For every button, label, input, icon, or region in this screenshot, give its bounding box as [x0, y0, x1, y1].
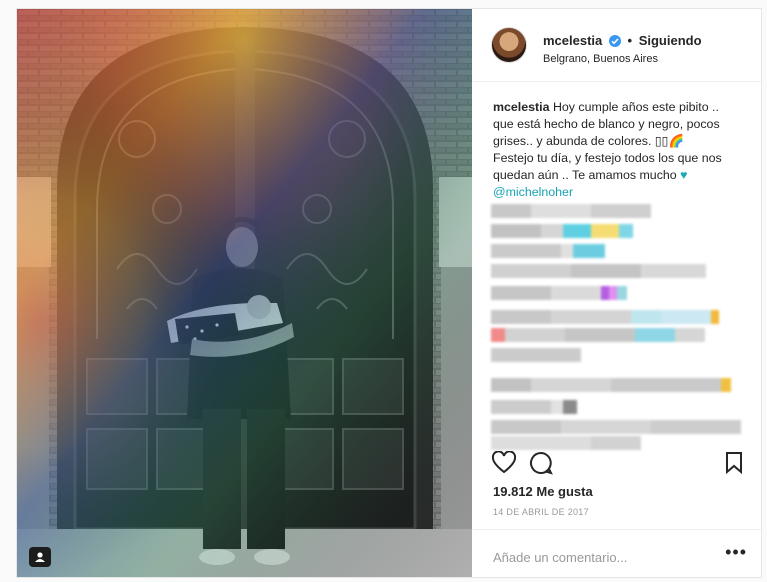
blurred-comment	[491, 286, 627, 300]
separator-dot: •	[627, 33, 633, 48]
comment-input[interactable]: Añade un comentario...	[493, 550, 627, 565]
comment-bubble-icon[interactable]	[529, 451, 553, 480]
user-tag-icon[interactable]	[29, 547, 51, 567]
blurred-comment	[491, 244, 605, 258]
post-actions	[491, 450, 743, 475]
following-button[interactable]: Siguiendo	[639, 33, 702, 48]
caption-author[interactable]: mcelestia	[493, 100, 549, 114]
heart-icon[interactable]	[491, 450, 517, 480]
more-options-icon[interactable]: •••	[725, 542, 747, 563]
post-date[interactable]: 14 DE ABRIL DE 2017	[493, 507, 589, 517]
post-image	[17, 9, 472, 577]
blurred-comment	[491, 204, 651, 218]
location-link[interactable]: Belgrano, Buenos Aires	[543, 53, 658, 65]
caption-line-2: que está hecho de blanco y negro, pocos	[493, 117, 720, 131]
user-silhouette-icon	[35, 552, 45, 562]
blurred-comment	[491, 328, 705, 342]
caption-line-1: Hoy cumple años este pibito ..	[552, 100, 719, 114]
add-comment-section: Añade un comentario... •••	[473, 529, 761, 578]
blurred-comment	[491, 400, 577, 414]
verified-badge-icon	[608, 35, 621, 50]
caption-heart-emoji: ♥	[680, 168, 688, 182]
blurred-comment	[491, 310, 719, 324]
bookmark-icon[interactable]	[725, 451, 743, 480]
blurred-comment	[491, 264, 706, 278]
username-link[interactable]: mcelestia	[543, 33, 602, 48]
avatar[interactable]	[491, 27, 527, 63]
likes-count[interactable]: 19.812 Me gusta	[493, 484, 593, 499]
blurred-comment	[491, 378, 731, 392]
caption-line-5: quedan aún .. Te amamos mucho	[493, 168, 681, 182]
blurred-comment	[491, 420, 741, 434]
caption-emoji-rainbow: ▯▯🌈	[654, 134, 684, 148]
blurred-comment	[491, 224, 633, 238]
instagram-post: mcelestia • Siguiendo Belgrano, Buenos A…	[16, 8, 762, 578]
username-row: mcelestia • Siguiendo	[543, 33, 702, 50]
post-caption: mcelestia Hoy cumple años este pibito ..…	[493, 99, 751, 201]
caption-line-4: Festejo tu día, y festejo todos los que …	[493, 151, 722, 165]
mention-link[interactable]: @michelnoher	[493, 185, 573, 199]
blurred-comment	[491, 436, 641, 450]
post-sidebar: mcelestia • Siguiendo Belgrano, Buenos A…	[473, 9, 761, 577]
caption-line-3: grises.. y abunda de colores.	[493, 134, 655, 148]
post-header: mcelestia • Siguiendo Belgrano, Buenos A…	[473, 9, 761, 82]
blurred-comment	[491, 348, 581, 362]
post-photo[interactable]	[17, 9, 472, 577]
comments-list	[491, 202, 751, 450]
